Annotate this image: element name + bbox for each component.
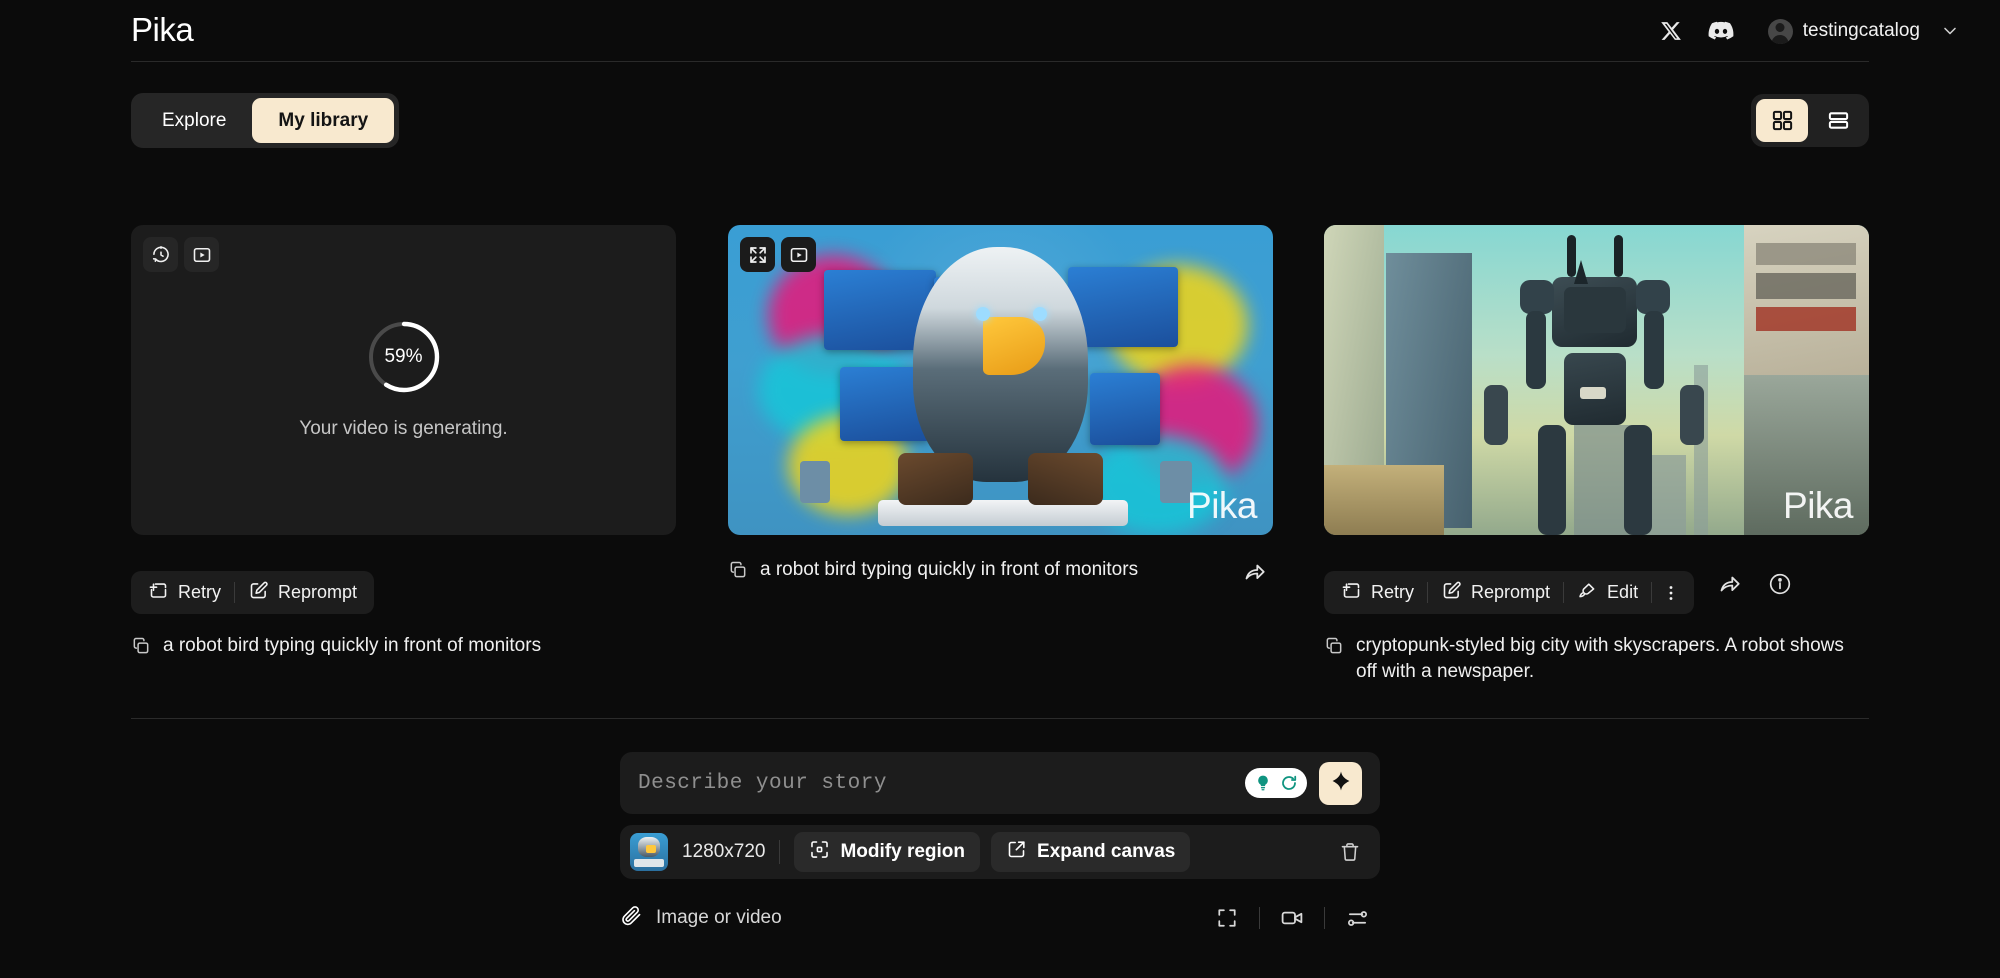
info-icon[interactable] — [1762, 566, 1798, 602]
video-play-icon[interactable] — [184, 237, 219, 272]
avatar — [1768, 19, 1793, 44]
retry-button[interactable]: Retry — [1328, 575, 1427, 610]
card-actions-row: Retry Reprompt — [131, 553, 676, 614]
prompt-box — [620, 752, 1380, 814]
attach-media-label: Image or video — [656, 907, 782, 929]
content-divider — [131, 718, 1869, 719]
modify-region-label: Modify region — [840, 841, 965, 863]
copy-icon[interactable] — [728, 560, 748, 588]
copy-icon[interactable] — [131, 636, 151, 664]
pencil-square-icon — [248, 580, 269, 606]
reprompt-label: Reprompt — [278, 582, 357, 603]
reprompt-button[interactable]: Reprompt — [235, 575, 370, 610]
discord-icon[interactable] — [1696, 6, 1746, 56]
library-card: Pika Retry — [1324, 225, 1869, 684]
retry-plus-box-icon — [1341, 580, 1362, 606]
card-caption-row: a robot bird typing quickly in front of … — [728, 554, 1273, 590]
card-action-bar: Retry Reprompt — [1324, 571, 1694, 614]
retry-label: Retry — [178, 582, 221, 603]
composer-footer-icons — [1204, 899, 1380, 937]
reprompt-button[interactable]: Reprompt — [1428, 575, 1563, 610]
copy-icon[interactable] — [1324, 636, 1344, 664]
card-trailing-icons — [1712, 566, 1798, 602]
brush-icon — [1577, 580, 1598, 606]
footer-separator — [1259, 907, 1260, 929]
progress-percent: 59% — [367, 320, 441, 394]
resolution-label: 1280x720 — [682, 841, 765, 863]
library-card: 59% Your video is generating. Ret — [131, 225, 676, 664]
sparkle-icon — [1330, 770, 1352, 797]
footer-separator — [1324, 907, 1325, 929]
settings-separator — [779, 840, 780, 864]
header-divider — [131, 61, 1869, 62]
refresh-icon[interactable] — [1277, 771, 1301, 795]
lightbulb-icon[interactable] — [1251, 771, 1275, 795]
expand-arrow-icon — [1006, 839, 1027, 866]
caption-text: cryptopunk-styled big city with skyscrap… — [1356, 633, 1856, 684]
pencil-square-icon — [1441, 580, 1462, 606]
card-actions-row: Retry Reprompt — [1324, 553, 1869, 614]
card-thumbnail[interactable]: 59% Your video is generating. — [131, 225, 676, 535]
library-card: Pika a robot bird typing quickly in fron… — [728, 225, 1273, 590]
caption-text: a robot bird typing quickly in front of … — [760, 557, 1138, 583]
card-overlay-icons — [143, 237, 219, 272]
share-icon[interactable] — [1712, 566, 1748, 602]
x-twitter-icon[interactable] — [1646, 6, 1696, 56]
edit-label: Edit — [1607, 582, 1638, 603]
tab-group: Explore My library — [131, 93, 399, 148]
card-action-bar: Retry Reprompt — [131, 571, 374, 614]
card-thumbnail[interactable]: Pika — [1324, 225, 1869, 535]
card-caption: a robot bird typing quickly in front of … — [131, 633, 676, 664]
retry-plus-box-icon — [148, 580, 169, 606]
attach-media-button[interactable]: Image or video — [620, 904, 782, 932]
settings-sliders-icon[interactable] — [1334, 899, 1380, 937]
expand-canvas-label: Expand canvas — [1037, 841, 1175, 863]
card-overlay-icons — [740, 237, 816, 272]
retry-button[interactable]: Retry — [135, 575, 234, 610]
card-caption: cryptopunk-styled big city with skyscrap… — [1324, 633, 1869, 684]
app-logo[interactable]: Pika — [131, 11, 193, 49]
view-toggle-group — [1751, 94, 1869, 147]
tab-my-library[interactable]: My library — [252, 98, 394, 143]
idea-suggestions-pill[interactable] — [1245, 768, 1307, 798]
app-header: Pika testingcatalog — [0, 0, 2000, 62]
composer: 1280x720 Modify region — [620, 752, 1380, 939]
expand-canvas-button[interactable]: Expand canvas — [991, 832, 1190, 872]
user-name: testingcatalog — [1803, 20, 1920, 42]
aspect-ratio-icon[interactable] — [1204, 899, 1250, 937]
generation-status-text: Your video is generating. — [299, 418, 507, 440]
video-play-icon[interactable] — [781, 237, 816, 272]
video-camera-icon[interactable] — [1269, 899, 1315, 937]
caption-text: a robot bird typing quickly in front of … — [163, 633, 541, 659]
modify-region-button[interactable]: Modify region — [794, 832, 980, 872]
kebab-menu-icon[interactable] — [1652, 575, 1690, 610]
retry-label: Retry — [1371, 582, 1414, 603]
trash-icon[interactable] — [1330, 832, 1370, 872]
prompt-input[interactable] — [638, 772, 1245, 795]
paperclip-icon — [620, 904, 643, 932]
crop-frame-icon — [809, 839, 830, 866]
edit-button[interactable]: Edit — [1564, 575, 1651, 610]
app-root: Pika testingcatalog — [0, 0, 2000, 978]
share-icon[interactable] — [1237, 554, 1273, 590]
progress-ring: 59% — [367, 320, 441, 394]
source-image-thumbnail[interactable] — [630, 833, 668, 871]
grid-view-icon[interactable] — [1756, 99, 1808, 142]
tab-explore[interactable]: Explore — [136, 98, 252, 143]
tab-bar: Explore My library — [131, 93, 1869, 149]
card-thumbnail[interactable]: Pika — [728, 225, 1273, 535]
generated-image — [1324, 225, 1869, 535]
list-view-icon[interactable] — [1812, 99, 1864, 142]
header-actions: testingcatalog — [1646, 0, 1960, 62]
generate-button[interactable] — [1319, 762, 1362, 805]
generation-settings-bar: 1280x720 Modify region — [620, 825, 1380, 879]
expand-arrows-icon[interactable] — [740, 237, 775, 272]
chevron-down-icon[interactable] — [1940, 21, 1960, 41]
user-menu[interactable]: testingcatalog — [1768, 19, 1960, 44]
card-caption: a robot bird typing quickly in front of … — [728, 557, 1138, 588]
history-timer-icon[interactable] — [143, 237, 178, 272]
composer-footer: Image or video — [620, 897, 1380, 939]
reprompt-label: Reprompt — [1471, 582, 1550, 603]
